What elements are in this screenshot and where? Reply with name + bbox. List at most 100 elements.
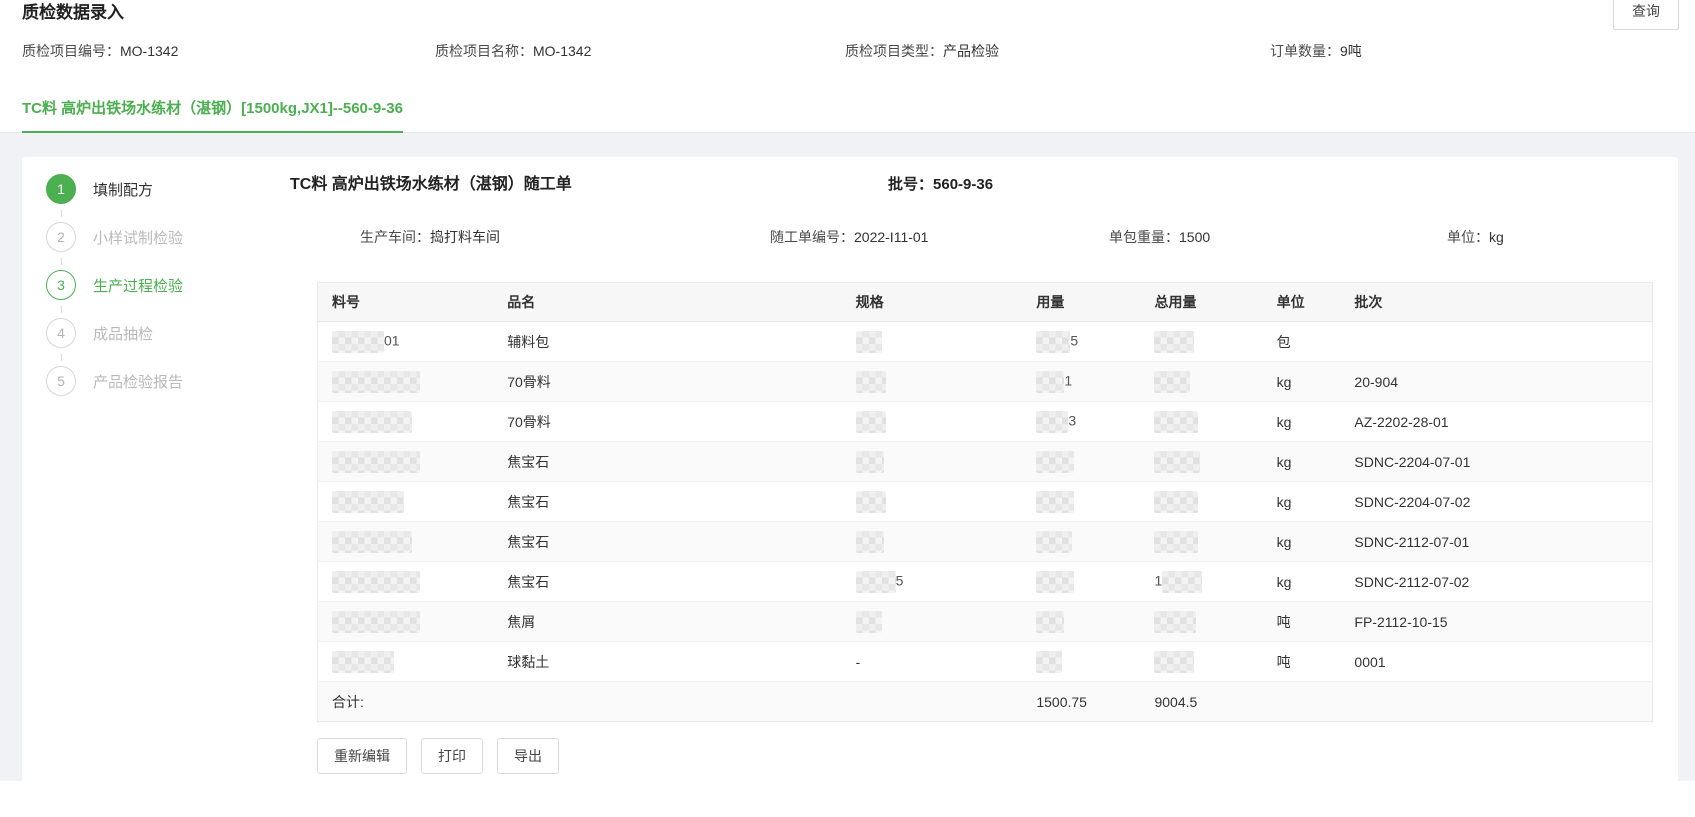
action-button-重新编辑[interactable]: 重新编辑 bbox=[317, 738, 407, 774]
cell-qty bbox=[1022, 602, 1140, 642]
cell-batch: FP-2112-10-15 bbox=[1340, 602, 1652, 642]
cell-total: 1 bbox=[1140, 562, 1262, 602]
masked-value bbox=[332, 531, 412, 553]
step-number-icon: 3 bbox=[46, 270, 76, 300]
masked-value bbox=[332, 651, 394, 673]
sum-total: 9004.5 bbox=[1140, 682, 1262, 722]
masked-value bbox=[1154, 331, 1194, 353]
step-item-填制配方[interactable]: 1填制配方 bbox=[46, 174, 290, 204]
masked-value bbox=[1154, 531, 1198, 553]
table-header-row: 料号品名规格用量总用量单位批次 bbox=[318, 283, 1653, 322]
table-row: 70骨料1kg20-904 bbox=[318, 362, 1653, 402]
cell-unit: kg bbox=[1263, 482, 1341, 522]
info-value: 产品检验 bbox=[943, 43, 999, 59]
cell-qty: 5 bbox=[1022, 322, 1140, 362]
step-number-icon: 2 bbox=[46, 222, 76, 252]
project-info-row: 质检项目编号：MO-1342质检项目名称：MO-1342质检项目类型：产品检验订… bbox=[0, 43, 1695, 60]
masked-value bbox=[1036, 531, 1072, 553]
masked-value bbox=[1154, 451, 1200, 473]
action-button-打印[interactable]: 打印 bbox=[421, 738, 483, 774]
table-row: 01辅料包5包 bbox=[318, 322, 1653, 362]
cell-unit: kg bbox=[1263, 442, 1341, 482]
cell-total bbox=[1140, 402, 1262, 442]
worksheet-info-item: 生产车间：捣打料车间 bbox=[360, 228, 770, 246]
column-header: 单位 bbox=[1263, 283, 1341, 322]
masked-value bbox=[1154, 611, 1196, 633]
cell-batch: SDNC-2204-07-02 bbox=[1340, 482, 1652, 522]
cell-qty bbox=[1022, 562, 1140, 602]
masked-fragment: 3 bbox=[1068, 412, 1076, 428]
info-value: 9吨 bbox=[1340, 43, 1362, 59]
column-header: 总用量 bbox=[1140, 283, 1262, 322]
step-connector-dash bbox=[61, 306, 62, 313]
masked-fragment: 5 bbox=[896, 572, 904, 588]
batch-label: 批号： bbox=[888, 176, 933, 193]
masked-value bbox=[856, 331, 882, 353]
cell-total bbox=[1140, 522, 1262, 562]
cell-total bbox=[1140, 602, 1262, 642]
cell-code bbox=[318, 562, 494, 602]
info-value: MO-1342 bbox=[120, 43, 178, 59]
cell-batch: SDNC-2112-07-02 bbox=[1340, 562, 1652, 602]
step-connector-dash bbox=[61, 354, 62, 361]
info-label: 生产车间： bbox=[360, 229, 430, 245]
cell-name: 焦屑 bbox=[493, 602, 841, 642]
step-label: 产品检验报告 bbox=[93, 371, 183, 392]
cell-spec bbox=[842, 482, 1023, 522]
step-item-生产过程检验[interactable]: 3生产过程检验 bbox=[46, 270, 290, 300]
worksheet-info-item: 单位：kg bbox=[1447, 228, 1504, 246]
masked-value bbox=[1036, 651, 1062, 673]
column-header: 品名 bbox=[493, 283, 841, 322]
masked-value bbox=[332, 451, 420, 473]
step-item-产品检验报告[interactable]: 5 产品检验报告 bbox=[46, 366, 290, 396]
info-value: 捣打料车间 bbox=[430, 229, 500, 245]
masked-value bbox=[1036, 491, 1074, 513]
cell-unit: kg bbox=[1263, 402, 1341, 442]
action-button-导出[interactable]: 导出 bbox=[497, 738, 559, 774]
step-connector bbox=[46, 300, 290, 318]
tab-bar: TC料 高炉出铁场水练材（湛钢）[1500kg,JX1]--560-9-36 bbox=[0, 97, 1695, 133]
cell-code: 01 bbox=[318, 322, 494, 362]
cell-total bbox=[1140, 482, 1262, 522]
cell-qty bbox=[1022, 642, 1140, 682]
masked-fragment: 5 bbox=[1070, 332, 1078, 348]
cell-unit: 包 bbox=[1263, 322, 1341, 362]
project-info-item: 订单数量：9吨 bbox=[1270, 43, 1362, 60]
masked-value bbox=[1154, 651, 1194, 673]
project-info-item: 质检项目编号：MO-1342 bbox=[22, 43, 435, 60]
info-value: MO-1342 bbox=[533, 43, 591, 59]
masked-value bbox=[1036, 371, 1064, 393]
info-label: 质检项目类型： bbox=[845, 43, 943, 59]
cell-total bbox=[1140, 322, 1262, 362]
step-item-小样试制检验[interactable]: 2小样试制检验 bbox=[46, 222, 290, 252]
cell-code bbox=[318, 362, 494, 402]
cell-batch: AZ-2202-28-01 bbox=[1340, 402, 1652, 442]
cell-spec bbox=[842, 322, 1023, 362]
step-item-成品抽检[interactable]: 4成品抽检 bbox=[46, 318, 290, 348]
masked-value bbox=[856, 531, 884, 553]
masked-value bbox=[1162, 571, 1202, 593]
info-label: 单位： bbox=[1447, 229, 1489, 245]
masked-value bbox=[332, 571, 420, 593]
table-row: 焦宝石kgSDNC-2204-07-02 bbox=[318, 482, 1653, 522]
column-header: 规格 bbox=[842, 283, 1023, 322]
masked-value bbox=[1036, 611, 1064, 633]
masked-value bbox=[332, 331, 384, 353]
cell-name: 70骨料 bbox=[493, 362, 841, 402]
tab-worksheet[interactable]: TC料 高炉出铁场水练材（湛钢）[1500kg,JX1]--560-9-36 bbox=[22, 97, 403, 133]
info-label: 单包重量： bbox=[1109, 229, 1179, 245]
step-number-icon: 5 bbox=[46, 366, 76, 396]
step-label: 填制配方 bbox=[93, 179, 153, 200]
cell-name: 焦宝石 bbox=[493, 522, 841, 562]
masked-fragment: 1 bbox=[1064, 372, 1072, 388]
table-body: 01辅料包5包70骨料1kg20-90470骨料3kgAZ-2202-28-01… bbox=[318, 322, 1653, 682]
masked-value bbox=[1036, 331, 1070, 353]
cell-batch: SDNC-2204-07-01 bbox=[1340, 442, 1652, 482]
table-row: 70骨料3kgAZ-2202-28-01 bbox=[318, 402, 1653, 442]
batch-value: 560-9-36 bbox=[933, 176, 993, 193]
materials-table: 料号品名规格用量总用量单位批次 01辅料包5包70骨料1kg20-90470骨料… bbox=[317, 282, 1653, 722]
cell-qty bbox=[1022, 522, 1140, 562]
cell-total bbox=[1140, 642, 1262, 682]
cell-batch: 0001 bbox=[1340, 642, 1652, 682]
query-button[interactable]: 查询 bbox=[1613, 0, 1679, 30]
